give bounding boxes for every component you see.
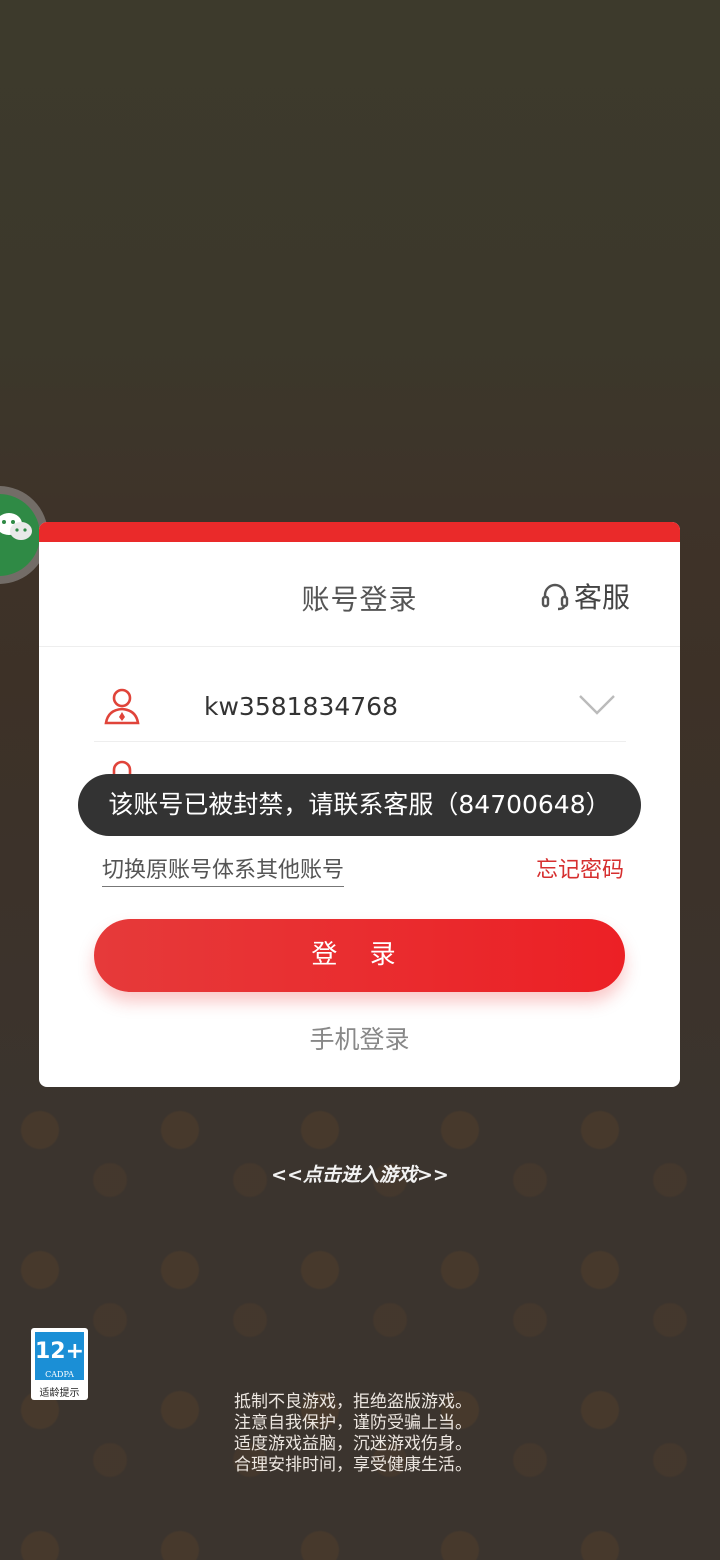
username-field[interactable]: kw3581834768 xyxy=(94,670,626,742)
chevron-down-icon[interactable] xyxy=(578,694,616,716)
user-icon xyxy=(104,688,140,725)
switch-account-link[interactable]: 切换原账号体系其他账号 xyxy=(102,852,345,887)
dialog-top-bar xyxy=(39,522,680,542)
age-rating-badge[interactable]: 12+ CADPA 适龄提示 xyxy=(31,1328,88,1400)
health-notice: 抵制不良游戏，拒绝盗版游戏。 注意自我保护，谨防受骗上当。 适度游戏益脑，沉迷游… xyxy=(234,1392,534,1476)
customer-service-button[interactable]: 客服 xyxy=(540,576,630,616)
health-notice-line: 合理安排时间，享受健康生活。 xyxy=(234,1455,472,1475)
enter-game-link[interactable]: <<点击进入游戏>> xyxy=(0,1160,720,1187)
phone-login-link[interactable]: 手机登录 xyxy=(39,1020,680,1056)
age-rating-org: CADPA xyxy=(45,1370,74,1379)
health-notice-line: 注意自我保护，谨防受骗上当。 xyxy=(234,1413,472,1433)
username-value: kw3581834768 xyxy=(204,692,398,721)
forgot-password-link[interactable]: 忘记密码 xyxy=(536,852,624,884)
headset-icon xyxy=(541,583,569,611)
wechat-icon xyxy=(0,513,32,540)
title-divider xyxy=(39,646,680,647)
ban-toast: 该账号已被封禁，请联系客服（84700648） xyxy=(78,774,641,836)
login-button[interactable]: 登 录 xyxy=(94,919,625,992)
age-rating-caption: 适龄提示 xyxy=(39,1388,80,1399)
customer-service-label: 客服 xyxy=(573,581,630,614)
health-notice-line: 抵制不良游戏，拒绝盗版游戏。 xyxy=(234,1392,472,1412)
health-notice-line: 适度游戏益脑，沉迷游戏伤身。 xyxy=(234,1434,472,1454)
